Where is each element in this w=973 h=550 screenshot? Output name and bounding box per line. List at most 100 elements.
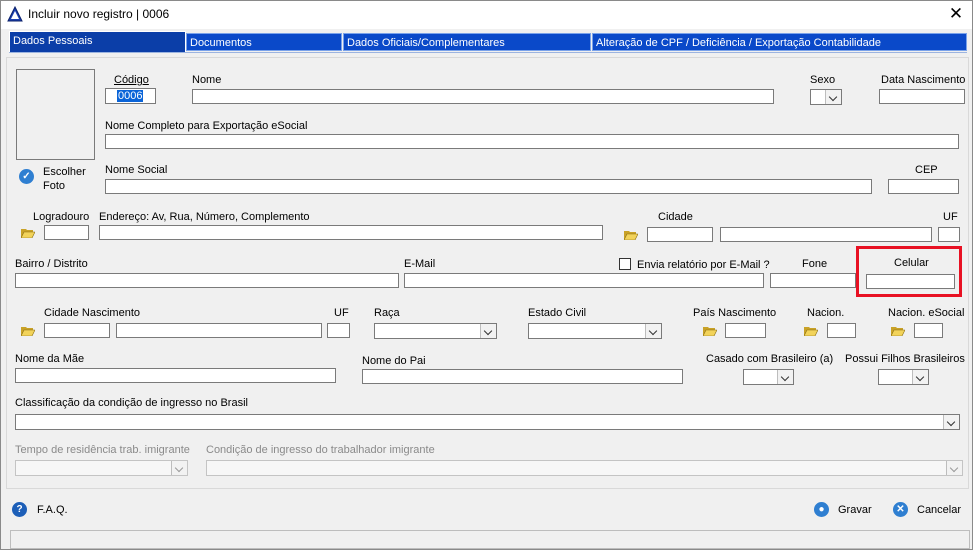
logradouro-field[interactable] xyxy=(44,225,89,240)
estado-civil-label: Estado Civil xyxy=(528,307,587,319)
chevron-down-icon xyxy=(480,324,496,338)
nome-social-field[interactable] xyxy=(105,179,872,194)
choose-photo-label-2[interactable]: Foto xyxy=(43,180,65,192)
cidade-label: Cidade xyxy=(658,211,693,223)
raca-label: Raça xyxy=(374,307,400,319)
folder-open-icon[interactable] xyxy=(891,325,905,336)
tab-label: Alteração de CPF / Deficiência / Exporta… xyxy=(596,37,881,49)
tab-dados-oficiais[interactable]: Dados Oficiais/Complementares xyxy=(343,33,591,51)
folder-open-icon[interactable] xyxy=(21,227,35,238)
folder-open-icon[interactable] xyxy=(21,325,35,336)
choose-photo-icon[interactable]: ✓ xyxy=(19,169,34,184)
logradouro-label: Logradouro xyxy=(33,211,90,223)
tab-dados-pessoais[interactable]: Dados Pessoais xyxy=(9,31,186,53)
title-bar: Incluir novo registro | 0006 ✕ xyxy=(1,1,972,29)
fone-field[interactable] xyxy=(770,273,856,288)
chevron-down-icon xyxy=(171,461,187,475)
estado-civil-select[interactable] xyxy=(528,323,662,339)
chevron-down-icon xyxy=(912,370,928,384)
classificacao-label: Classificação da condição de ingresso no… xyxy=(15,397,248,409)
window-title: Incluir novo registro | 0006 xyxy=(28,7,170,21)
nome-completo-field[interactable] xyxy=(105,134,959,149)
casado-brasileiro-select[interactable] xyxy=(743,369,794,385)
uf-field[interactable] xyxy=(938,227,960,242)
cancel-icon[interactable]: ✕ xyxy=(893,502,908,517)
casado-brasileiro-label: Casado com Brasileiro (a) xyxy=(706,353,834,365)
cidade-nascimento-label: Cidade Nascimento xyxy=(44,307,140,319)
classificacao-select[interactable] xyxy=(15,414,960,430)
nome-pai-label: Nome do Pai xyxy=(362,355,426,367)
tab-label: Documentos xyxy=(190,37,252,49)
cidade-name-field[interactable] xyxy=(720,227,932,242)
codigo-label: Código xyxy=(114,74,149,86)
nome-completo-label: Nome Completo para Exportação eSocial xyxy=(105,120,308,132)
cancelar-button[interactable]: Cancelar xyxy=(917,504,961,516)
uf-label: UF xyxy=(943,211,958,223)
tab-documentos[interactable]: Documentos xyxy=(186,33,342,51)
tab-label: Dados Pessoais xyxy=(13,35,93,47)
possui-filhos-select[interactable] xyxy=(878,369,929,385)
pais-nascimento-label: País Nascimento xyxy=(693,307,777,319)
email-label: E-Mail xyxy=(404,258,436,270)
faq-button[interactable]: F.A.Q. xyxy=(37,504,68,516)
cep-label: CEP xyxy=(915,164,938,176)
nacion-field[interactable] xyxy=(827,323,856,338)
folder-open-icon[interactable] xyxy=(624,229,638,240)
close-button[interactable]: ✕ xyxy=(945,3,967,25)
nome-pai-field[interactable] xyxy=(362,369,683,384)
help-icon[interactable]: ? xyxy=(12,502,27,517)
tempo-residencia-label: Tempo de residência trab. imigrante xyxy=(15,444,190,456)
choose-photo-label-1[interactable]: Escolher xyxy=(43,166,86,178)
chevron-down-icon xyxy=(825,90,841,104)
nacion-esocial-field[interactable] xyxy=(914,323,943,338)
chevron-down-icon xyxy=(777,370,793,384)
uf-nascimento-label: UF xyxy=(334,307,349,319)
photo-box[interactable] xyxy=(16,69,95,160)
endereco-field[interactable] xyxy=(99,225,603,240)
chevron-down-icon xyxy=(946,461,962,475)
condicao-ingresso-select[interactable] xyxy=(206,460,963,476)
bairro-label: Bairro / Distrito xyxy=(15,258,88,270)
tab-label: Dados Oficiais/Complementares xyxy=(347,37,505,49)
fone-label: Fone xyxy=(802,258,828,270)
endereco-label: Endereço: Av, Rua, Número, Complemento xyxy=(99,211,310,223)
envia-relatorio-label[interactable]: Envia relatório por E-Mail ? xyxy=(637,259,770,271)
nome-mae-field[interactable] xyxy=(15,368,336,383)
pais-nascimento-field[interactable] xyxy=(725,323,766,338)
nome-mae-label: Nome da Mãe xyxy=(15,353,85,365)
tab-alteracao-cpf[interactable]: Alteração de CPF / Deficiência / Exporta… xyxy=(592,33,967,51)
folder-open-icon[interactable] xyxy=(703,325,717,336)
possui-filhos-label: Possui Filhos Brasileiros xyxy=(845,353,965,365)
nacion-label: Nacion. xyxy=(807,307,845,319)
chevron-down-icon xyxy=(645,324,661,338)
cidade-nascimento-code-field[interactable] xyxy=(44,323,110,338)
data-nascimento-field[interactable] xyxy=(879,89,965,104)
cep-field[interactable] xyxy=(888,179,959,194)
sexo-label: Sexo xyxy=(810,74,836,86)
bairro-field[interactable] xyxy=(15,273,399,288)
celular-highlight-box xyxy=(856,246,962,297)
cidade-nascimento-name-field[interactable] xyxy=(116,323,322,338)
tempo-residencia-select[interactable] xyxy=(15,460,188,476)
save-icon[interactable]: ● xyxy=(814,502,829,517)
sexo-select[interactable] xyxy=(810,89,842,105)
chevron-down-icon xyxy=(943,415,959,429)
status-bar xyxy=(10,530,970,549)
raca-select[interactable] xyxy=(374,323,497,339)
folder-open-icon[interactable] xyxy=(804,325,818,336)
nome-social-label: Nome Social xyxy=(105,164,168,176)
envia-relatorio-checkbox[interactable] xyxy=(619,258,631,270)
cidade-code-field[interactable] xyxy=(647,227,713,242)
gravar-button[interactable]: Gravar xyxy=(838,504,872,516)
codigo-value: 0006 xyxy=(117,90,143,102)
app-triangle-icon xyxy=(7,6,23,22)
nacion-esocial-label: Nacion. eSocial xyxy=(888,307,965,319)
email-field[interactable] xyxy=(404,273,764,288)
tab-strip-divider xyxy=(9,52,967,53)
nome-field[interactable] xyxy=(192,89,774,104)
data-nascimento-label: Data Nascimento xyxy=(881,74,966,86)
uf-nascimento-field[interactable] xyxy=(327,323,350,338)
dialog-window: Incluir novo registro | 0006 ✕ Dados Pes… xyxy=(0,0,973,550)
nome-label: Nome xyxy=(192,74,222,86)
condicao-ingresso-label: Condição de ingresso do trabalhador imig… xyxy=(206,444,435,456)
